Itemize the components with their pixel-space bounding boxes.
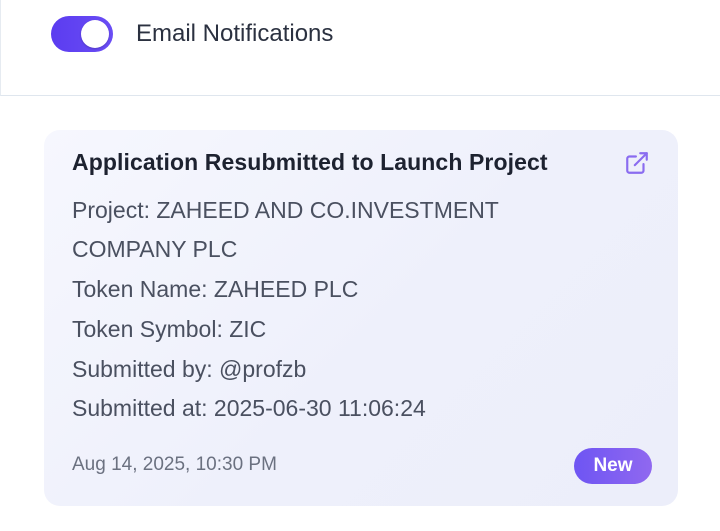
token-name: Token Name: ZAHEED PLC — [72, 276, 359, 302]
notification-timestamp: Aug 14, 2025, 10:30 PM — [72, 454, 277, 475]
notification-settings-header: Email Notifications — [0, 0, 720, 96]
project-line-2: COMPANY PLC — [72, 236, 238, 262]
token-symbol: Token Symbol: ZIC — [72, 316, 267, 342]
project-line-1: Project: ZAHEED AND CO.INVESTMENT — [72, 197, 499, 223]
email-notifications-label: Email Notifications — [136, 20, 334, 47]
toggle-knob — [81, 20, 109, 48]
submitted-at: Submitted at: 2025-06-30 11:06:24 — [72, 395, 426, 421]
new-badge: New — [574, 448, 652, 484]
submitted-by: Submitted by: @profzb — [72, 356, 307, 382]
notification-card[interactable]: Application Resubmitted to Launch Projec… — [44, 130, 678, 506]
notification-title: Application Resubmitted to Launch Projec… — [72, 149, 548, 175]
external-link-icon[interactable] — [624, 150, 650, 176]
email-notifications-toggle[interactable] — [51, 16, 113, 52]
